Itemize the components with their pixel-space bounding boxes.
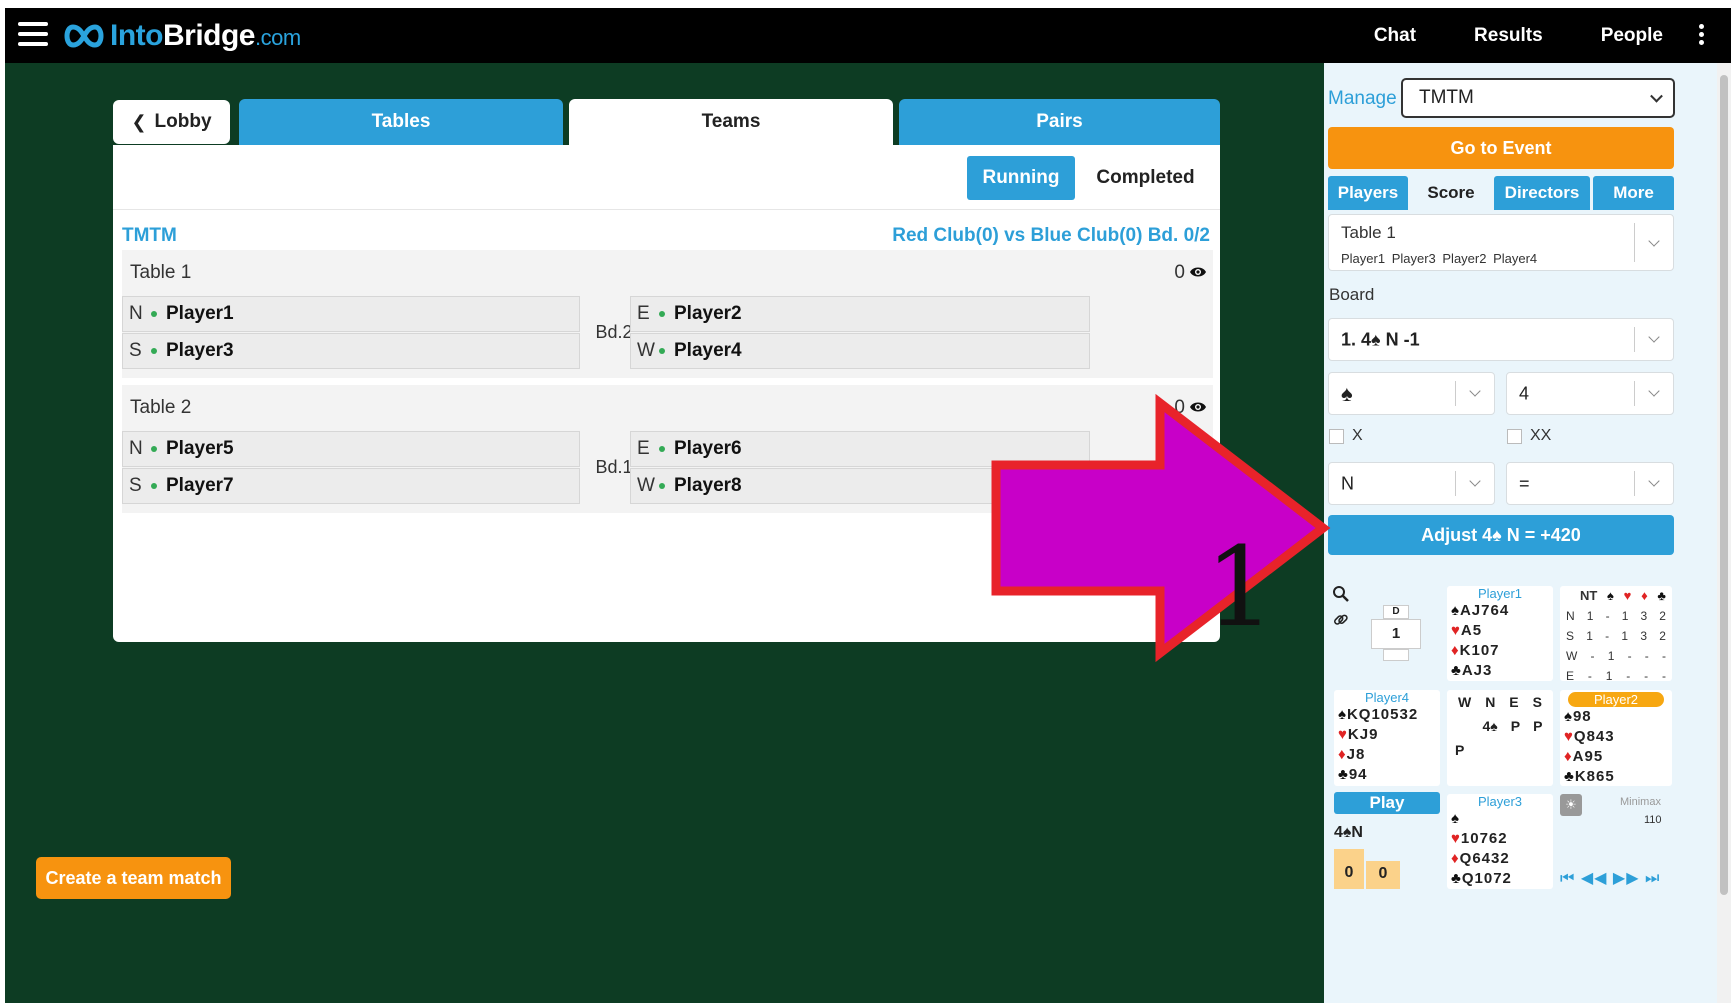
board-select[interactable]: 1. 4♠ N -1 — [1328, 318, 1674, 361]
director-sidebar: Manage TMTM Go to Event Players Score Di… — [1324, 63, 1731, 1003]
tab-tables[interactable]: Tables — [239, 99, 563, 145]
table-score: 0 — [1174, 397, 1185, 418]
chevron-down-icon — [1469, 475, 1481, 487]
minimax-label: Minimax — [1620, 796, 1661, 808]
table-title: Table 2 — [130, 397, 192, 418]
redouble-label: XX — [1530, 427, 1552, 444]
south-hand: Player3 ♠ ♥10762 ♦Q6432 ♣Q1072 — [1447, 794, 1553, 889]
declarer-select[interactable]: N — [1328, 462, 1495, 505]
eye-icon[interactable] — [1189, 265, 1207, 279]
seat-west[interactable]: W Player4 — [630, 333, 1090, 369]
chevron-down-icon — [1648, 331, 1660, 343]
playback-controls[interactable]: ⏮ ◀◀ ▶▶ ⏭ — [1560, 868, 1660, 888]
teams-panel: Running Completed TMTM Red Club(0) vs Bl… — [113, 145, 1220, 642]
tab-directors[interactable]: Directors — [1494, 176, 1590, 210]
board-number: Bd.1 — [595, 457, 633, 477]
create-team-match-button[interactable]: Create a team match — [36, 857, 231, 899]
redouble-checkbox[interactable] — [1507, 429, 1522, 444]
divider — [113, 209, 1220, 210]
event-select[interactable]: TMTM — [1401, 78, 1675, 118]
tab-more[interactable]: More — [1593, 176, 1674, 210]
seat-east[interactable]: E Player6 — [630, 431, 1090, 467]
table-score: 0 — [1174, 262, 1185, 283]
bulb-icon[interactable]: ☀ — [1560, 794, 1582, 816]
chevron-down-icon — [1648, 385, 1660, 397]
seat-north[interactable]: N Player5 — [122, 431, 580, 467]
search-icon[interactable] — [1332, 585, 1350, 603]
link-icon[interactable] — [1332, 611, 1350, 629]
go-to-event-button[interactable]: Go to Event — [1328, 127, 1674, 169]
suit-select[interactable]: ♠ — [1328, 372, 1495, 415]
infinity-logo-icon — [64, 24, 104, 48]
north-hand: Player1 ♠AJ764 ♥A5 ♦K107 ♣AJ3 — [1447, 586, 1553, 681]
section-tabs: ❮ Lobby Tables Teams Pairs — [113, 99, 1220, 145]
completed-filter-button[interactable]: Completed — [1088, 156, 1203, 200]
double-checkbox[interactable] — [1329, 429, 1344, 444]
double-dummy-table: NT ♠ ♥ ♦ ♣ N1-132 S1-132 W-1--- E-1--- — [1560, 586, 1672, 683]
seat-east[interactable]: E Player2 — [630, 296, 1090, 332]
menu-icon[interactable] — [18, 22, 48, 46]
west-hand: Player4 ♠KQ10532 ♥KJ9 ♦J8 ♣94 — [1334, 690, 1440, 786]
seat-west[interactable]: W Player8 — [630, 468, 1090, 504]
seat-south[interactable]: S Player3 — [122, 333, 580, 369]
board-number: Bd.2 — [595, 322, 633, 342]
tab-players[interactable]: Players — [1328, 176, 1408, 210]
intobridge-logo[interactable]: IntoBridge.com — [62, 18, 301, 54]
tricks-ns: 0 — [1334, 849, 1364, 889]
tab-score[interactable]: Score — [1411, 176, 1491, 210]
nav-results[interactable]: Results — [1474, 25, 1543, 47]
tricks-ew: 0 — [1366, 861, 1400, 889]
board-compass: D 1 — [1369, 605, 1423, 663]
top-nav: Chat Results People — [1316, 8, 1663, 63]
seat-north[interactable]: N Player1 — [122, 296, 580, 332]
nav-people[interactable]: People — [1601, 25, 1663, 47]
play-button[interactable]: Play — [1334, 792, 1440, 814]
manage-label: Manage — [1328, 88, 1397, 109]
minimax-value: 110 — [1644, 814, 1662, 826]
chevron-down-icon — [1650, 89, 1663, 103]
board-label: Board — [1329, 285, 1375, 304]
seat-south[interactable]: S Player7 — [122, 468, 580, 504]
lobby-button[interactable]: ❮ Lobby — [113, 100, 230, 144]
result-select[interactable]: = — [1506, 462, 1674, 505]
top-bar: IntoBridge.com Chat Results People — [5, 8, 1731, 63]
scrollbar[interactable] — [1717, 63, 1731, 1003]
eye-icon[interactable] — [1189, 400, 1207, 414]
nav-chat[interactable]: Chat — [1374, 25, 1416, 47]
event-name[interactable]: TMTM — [122, 225, 177, 247]
chevron-down-icon — [1648, 475, 1660, 487]
bidding-box: WNES 4♠ P P P — [1447, 690, 1553, 786]
sidebar-tabs: Players Score Directors More — [1328, 176, 1674, 210]
table-title: Table 1 — [130, 262, 192, 283]
table-row: Table 2 0 N Player5 S Player7 Bd.1 E Player… — [122, 385, 1213, 513]
contract-display: 4♠N — [1334, 824, 1363, 841]
double-label: X — [1352, 427, 1363, 444]
main-area: ❮ Lobby Tables Teams Pairs Running Compl… — [5, 63, 1324, 1003]
level-select[interactable]: 4 — [1506, 372, 1674, 415]
adjust-score-button[interactable]: Adjust 4♠ N = +420 — [1328, 515, 1674, 555]
tab-pairs[interactable]: Pairs — [899, 99, 1220, 145]
tab-teams[interactable]: Teams — [569, 99, 893, 145]
table-select[interactable]: Table 1 Player1 Player3 Player2 Player4 — [1328, 214, 1674, 271]
running-filter-button[interactable]: Running — [967, 156, 1075, 200]
table-row: Table 1 0 N Player1 S Player3 Bd.2 E Player… — [122, 250, 1213, 378]
chevron-left-icon: ❮ — [131, 111, 147, 132]
more-vert-icon[interactable] — [1697, 24, 1705, 48]
chevron-down-icon — [1648, 235, 1660, 247]
east-hand: Player2 ♠98 ♥Q843 ♦A95 ♣K865 — [1560, 690, 1672, 786]
chevron-down-icon — [1469, 385, 1481, 397]
match-info[interactable]: Red Club(0) vs Blue Club(0) Bd. 0/2 — [892, 225, 1210, 247]
